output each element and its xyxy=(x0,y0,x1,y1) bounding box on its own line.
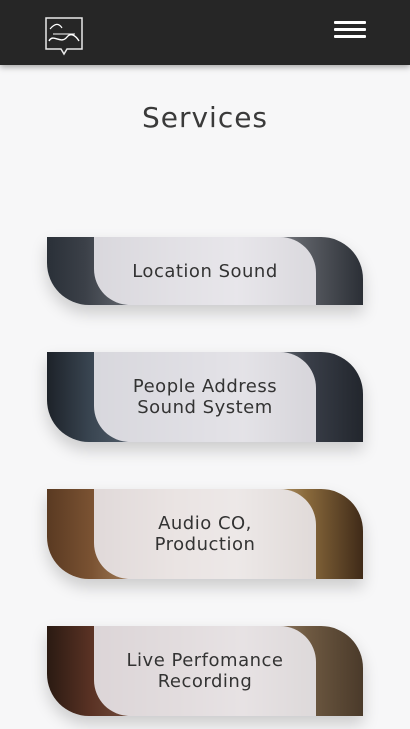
audio-sound-logo-icon[interactable] xyxy=(43,15,85,57)
top-navigation-bar xyxy=(0,0,410,65)
service-card-live-performance-recording[interactable]: Live Perfomance Recording xyxy=(47,626,363,716)
service-card-location-sound[interactable]: Location Sound xyxy=(47,237,363,305)
service-card-audio-production[interactable]: Audio CO, Production xyxy=(47,489,363,579)
hamburger-line xyxy=(334,35,366,38)
service-card-label: Live Perfomance Recording xyxy=(94,626,316,716)
service-card-label: People Address Sound System xyxy=(94,352,316,442)
hamburger-line xyxy=(334,28,366,31)
service-card-label: Location Sound xyxy=(94,237,316,305)
hamburger-menu-button[interactable] xyxy=(334,18,368,40)
page-title: Services xyxy=(141,101,269,134)
service-card-label: Audio CO, Production xyxy=(94,489,316,579)
service-card-people-address-sound-system[interactable]: People Address Sound System xyxy=(47,352,363,442)
hamburger-line xyxy=(334,21,366,24)
